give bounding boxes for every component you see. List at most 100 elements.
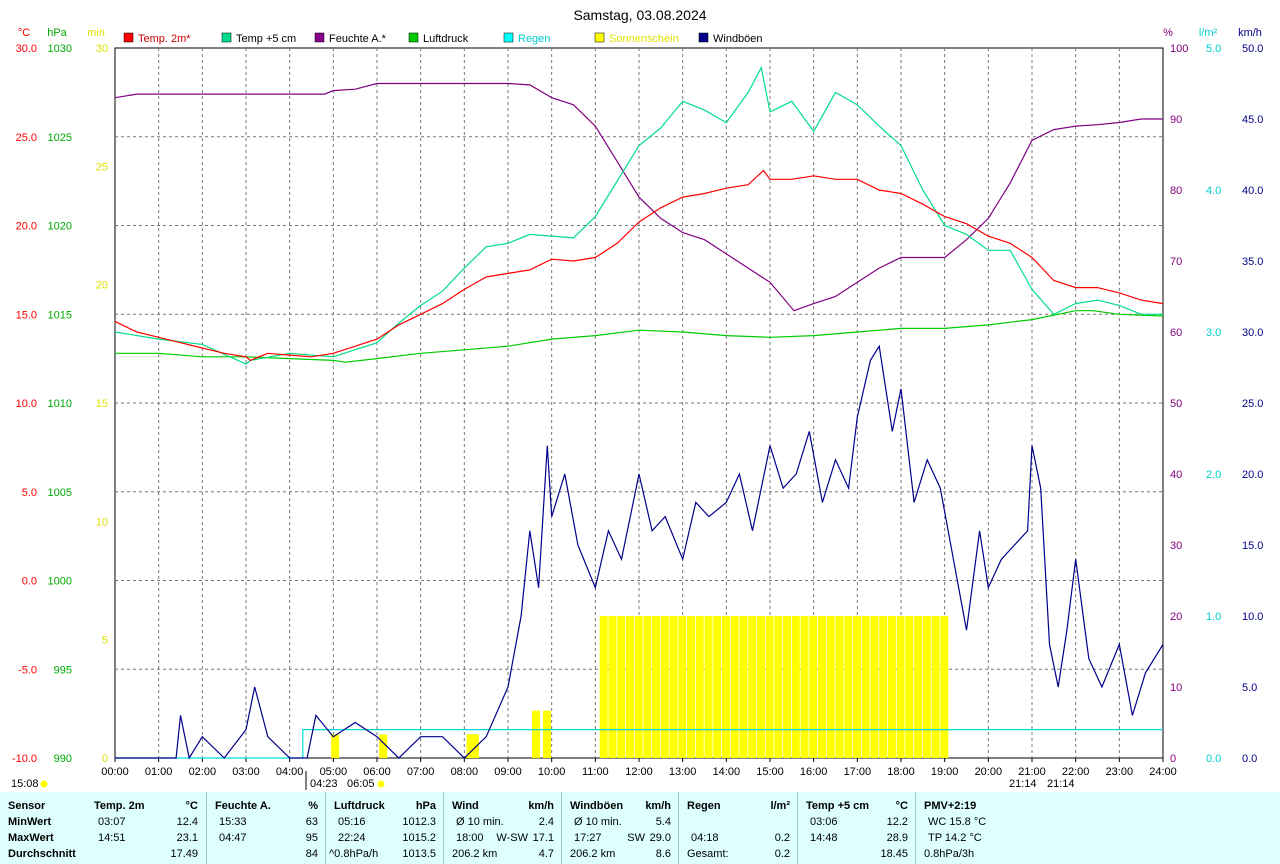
x-tick-label: 13:00 — [669, 766, 697, 778]
gust-tick-label: 10.0 — [1242, 611, 1263, 623]
stat-max-time: 22:24 — [338, 832, 366, 844]
stat-col-unit: km/h — [645, 800, 671, 812]
gust-tick-label: 35.0 — [1242, 256, 1263, 268]
pressure-tick-label: 1030 — [48, 43, 72, 55]
legend-label: Temp +5 cm — [236, 33, 296, 45]
pressure-tick-label: 1010 — [48, 398, 72, 410]
sun-tick-label: 10 — [96, 516, 108, 528]
stat-max-value: 95 — [305, 832, 318, 844]
stat-max-time: 14:48 — [810, 832, 838, 844]
unit-hpa: hPa — [47, 27, 67, 39]
stat-min-value: 5.4 — [655, 816, 671, 828]
x-tick-label: 24:00 — [1149, 766, 1177, 778]
legend-label: Temp. 2m* — [138, 33, 191, 45]
sunshine-bar — [835, 616, 844, 758]
sunshine-bar — [599, 616, 608, 758]
sunshine-bar — [660, 616, 669, 758]
rain-tick-label: 5.0 — [1206, 43, 1221, 55]
legend-swatch — [594, 32, 605, 43]
sun-icon — [40, 780, 48, 788]
x-tick-label: 23:00 — [1106, 766, 1134, 778]
sunset2-label: 21:14 — [1047, 778, 1075, 790]
stat-max-time: 04:18 — [691, 832, 719, 844]
x-tick-label: 17:00 — [844, 766, 872, 778]
x-tick-label: 15:00 — [756, 766, 784, 778]
stat-max-direction: SW — [627, 832, 645, 844]
temp-tick-label: 20.0 — [16, 221, 37, 233]
sunshine-bar — [542, 710, 551, 758]
stat-avg-label: 0.8hPa/3h — [924, 848, 975, 860]
legend-label: Sonnenschein — [609, 33, 679, 45]
stat-col-title: Windböen — [570, 800, 624, 812]
sunshine-bar — [470, 734, 479, 758]
x-tick-label: 14:00 — [713, 766, 741, 778]
stat-col-title: Feuchte A. — [215, 800, 271, 812]
x-tick-label: 12:00 — [625, 766, 653, 778]
x-tick-label: 03:00 — [232, 766, 260, 778]
sunshine-bar — [818, 616, 827, 758]
left-time-label: 15:08 — [11, 778, 39, 790]
legend: Temp. 2m* Temp +5 cm Feuchte A.* Luftdruck R… — [123, 32, 763, 45]
sunshine-bar — [625, 616, 634, 758]
legend-swatch — [408, 32, 419, 43]
weather-chart: Samstag, 03.08.2024 °C hPa min % l/m² km… — [11, 7, 1263, 790]
stat-col-title: Temp. 2m — [94, 800, 145, 812]
gust-tick-label: 45.0 — [1242, 114, 1263, 126]
sun-tick-label: 20 — [96, 280, 108, 292]
humidity-tick-label: 60 — [1170, 327, 1182, 339]
x-tick-label: 05:00 — [320, 766, 348, 778]
sunshine-bar — [800, 616, 809, 758]
rain-tick-label: 2.0 — [1206, 469, 1221, 481]
stat-col-title: Temp +5 cm — [806, 800, 870, 812]
stat-max-value: 29.0 — [649, 832, 671, 844]
stat-col: Temp. 2m °C 03:07 12.4 14:51 23.1 17.49 — [86, 792, 206, 864]
pressure-tick-label: 990 — [54, 753, 72, 765]
sunshine-bar — [765, 616, 774, 758]
unit-pct: % — [1163, 27, 1173, 39]
x-tick-label: 20:00 — [975, 766, 1003, 778]
stat-min-value: 12.4 — [176, 816, 198, 828]
rain-tick-label: 4.0 — [1206, 185, 1221, 197]
temp-tick-label: 30.0 — [16, 43, 37, 55]
gust-tick-label: 20.0 — [1242, 469, 1263, 481]
gust-tick-label: 40.0 — [1242, 185, 1263, 197]
stat-col: Wind km/h Ø 10 min. 2.4 18:00 W-SW 17.1 206.2 k… — [443, 792, 562, 864]
gust-tick-label: 5.0 — [1242, 682, 1257, 694]
stat-max-time: 04:47 — [219, 832, 247, 844]
x-tick-label: 21:00 — [1018, 766, 1046, 778]
stat-max-value: 0.2 — [774, 832, 790, 844]
temp-tick-label: 15.0 — [16, 309, 37, 321]
temp-tick-label: 5.0 — [22, 487, 37, 499]
stat-col: Luftdruck hPa 05:16 1012.3 22:24 1015.2 ^0.8hP… — [325, 792, 444, 864]
stat-max-direction: W-SW — [496, 832, 528, 844]
stat-avg-label: ^0.8hPa/h — [329, 848, 379, 860]
pressure-tick-label: 1000 — [48, 576, 72, 588]
sunshine-bar — [922, 616, 931, 758]
stat-min-time: WC 15.8 °C — [928, 816, 987, 828]
stat-col: PMV+2:19 WC 15.8 °C TP 14.2 °C 0.8hPa/3h — [915, 792, 1036, 864]
sunshine-bar — [669, 616, 678, 758]
stat-col-unit: l/m² — [770, 800, 790, 812]
rain-tick-label: 0.0 — [1206, 753, 1221, 765]
sunset-label: 21:14 — [1009, 778, 1037, 790]
row-label-max: MaxWert — [8, 832, 54, 844]
x-tick-label: 19:00 — [931, 766, 959, 778]
stat-min-value: 1012.3 — [402, 816, 436, 828]
legend-label: Feuchte A.* — [329, 33, 387, 45]
stat-col-title: Luftdruck — [334, 800, 385, 812]
sunshine-bar — [783, 616, 792, 758]
stat-min-time: 03:06 — [810, 816, 838, 828]
humidity-tick-label: 100 — [1170, 43, 1188, 55]
sunshine-bar — [678, 616, 687, 758]
temp-tick-label: 0.0 — [22, 576, 37, 588]
legend-swatch — [221, 32, 232, 43]
legend-swatch — [314, 32, 325, 43]
rain-tick-label: 3.0 — [1206, 327, 1221, 339]
pressure-tick-label: 1020 — [48, 221, 72, 233]
sunshine-bar — [617, 616, 626, 758]
x-tick-label: 11:00 — [582, 766, 609, 778]
x-tick-label: 02:00 — [189, 766, 217, 778]
stat-max-time: 17:27 — [574, 832, 602, 844]
stat-col: Windböen km/h Ø 10 min. 5.4 17:27 SW 29.0 206.2… — [561, 792, 679, 864]
unit-temp: °C — [18, 27, 30, 39]
